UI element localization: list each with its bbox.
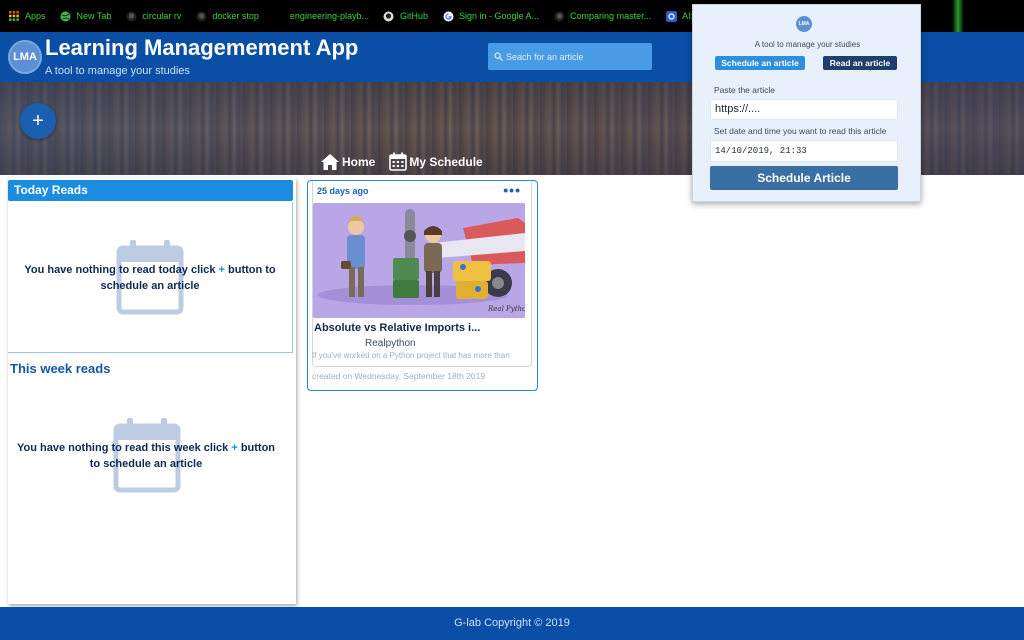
article-title[interactable]: Absolute vs Relative Imports i... — [314, 322, 480, 334]
reads-panel: Today Reads You have nothing to read tod… — [8, 178, 296, 604]
article-time-ago: 25 days ago — [317, 186, 369, 196]
github-icon — [383, 10, 395, 22]
nav-home-label: Home — [342, 154, 376, 169]
article-card[interactable]: 25 days ago ••• Real Pyth Absolute vs Re… — [307, 180, 538, 391]
tab-schedule-article[interactable]: Schedule an article — [715, 56, 805, 70]
google-icon — [442, 10, 454, 22]
bookmark-circular-rv[interactable]: circular rv — [125, 10, 181, 22]
bookmark-comparing-master[interactable]: Comparing master... — [553, 10, 651, 22]
bookmark-label: Apps — [25, 11, 46, 21]
bookmark-label: circular rv — [142, 11, 182, 21]
article-created-date: created on Wednesday, September 18th 201… — [312, 371, 486, 381]
today-empty-message: You have nothing to read today click + b… — [20, 262, 280, 294]
datetime-label: Set date and time you want to read this … — [714, 126, 887, 136]
schedule-popup: LMA A tool to manage your studies Schedu… — [692, 4, 921, 202]
paste-article-label: Paste the article — [714, 85, 775, 95]
github-icon — [125, 10, 137, 22]
app-subtitle: A tool to manage your studies — [45, 65, 190, 77]
bookmark-label: engineering-playb... — [289, 11, 369, 21]
tab-read-article[interactable]: Read an article — [823, 56, 897, 70]
bookmark-engineering-playbook[interactable]: engineering-playb... — [273, 10, 369, 22]
bookmark-label: GitHub — [399, 11, 428, 21]
nav-home[interactable]: Home — [320, 153, 375, 171]
today-reads-section: You have nothing to read today click + b… — [8, 202, 293, 353]
week-empty-plus: + — [231, 442, 238, 454]
popup-subtitle: A tool to manage your studies — [754, 40, 861, 49]
github-icon — [553, 10, 565, 22]
article-description: If you've worked on a Python project tha… — [312, 351, 510, 360]
bookmark-label: docker stop — [212, 11, 259, 21]
nav-my-schedule[interactable]: My Schedule — [389, 152, 483, 171]
apps-grid-icon — [8, 10, 20, 22]
schedule-article-button[interactable]: Schedule Article — [710, 166, 898, 190]
article-url-input[interactable]: https://.... — [710, 99, 898, 120]
week-empty-text-start: You have nothing to read this week click — [16, 442, 229, 454]
main-nav: Home My Schedule — [320, 152, 483, 171]
page-footer: G-lab Copyright © 2019 — [0, 607, 1024, 640]
today-empty-plus: + — [218, 264, 225, 276]
search-box[interactable] — [488, 43, 652, 70]
bookmark-apps[interactable]: Apps — [8, 10, 46, 22]
bookmark-google-signin[interactable]: Sign in - Google A... — [442, 10, 539, 22]
week-reads-heading: This week reads — [10, 361, 111, 376]
bookmark-docker-stop[interactable]: docker stop — [195, 10, 259, 22]
search-icon — [494, 52, 503, 61]
more-options-icon[interactable]: ••• — [503, 182, 521, 198]
settings-icon — [665, 10, 677, 22]
app-title: Learning Managemement App — [45, 35, 359, 60]
blank-page-icon — [273, 10, 285, 22]
search-input[interactable] — [506, 51, 646, 62]
week-empty-message: You have nothing to read this week click… — [16, 440, 276, 472]
github-icon — [195, 10, 207, 22]
screen-glow — [952, 0, 964, 32]
today-empty-text-start: You have nothing to read today click — [24, 264, 216, 276]
add-article-button[interactable]: + — [20, 103, 56, 139]
today-reads-heading: Today Reads — [8, 180, 293, 201]
bookmark-github[interactable]: GitHub — [383, 10, 428, 22]
bookmark-label: New Tab — [76, 11, 112, 21]
app-logo[interactable]: LMA — [8, 40, 42, 74]
bookmark-label: Sign in - Google A... — [459, 11, 540, 21]
globe-icon — [60, 10, 72, 22]
datetime-input[interactable]: 14/10/2019, 21:33 — [710, 140, 898, 162]
calendar-icon — [389, 152, 408, 171]
bookmark-label: Comparing master... — [570, 11, 652, 21]
home-icon — [320, 153, 340, 171]
article-thumbnail[interactable]: Real Python — [313, 203, 525, 318]
thumbnail-signature: Real Python — [487, 305, 525, 313]
article-source: Realpython — [365, 338, 416, 349]
nav-schedule-label: My Schedule — [409, 154, 483, 169]
bookmark-new-tab[interactable]: New Tab — [60, 10, 112, 22]
popup-logo: LMA — [796, 16, 812, 32]
